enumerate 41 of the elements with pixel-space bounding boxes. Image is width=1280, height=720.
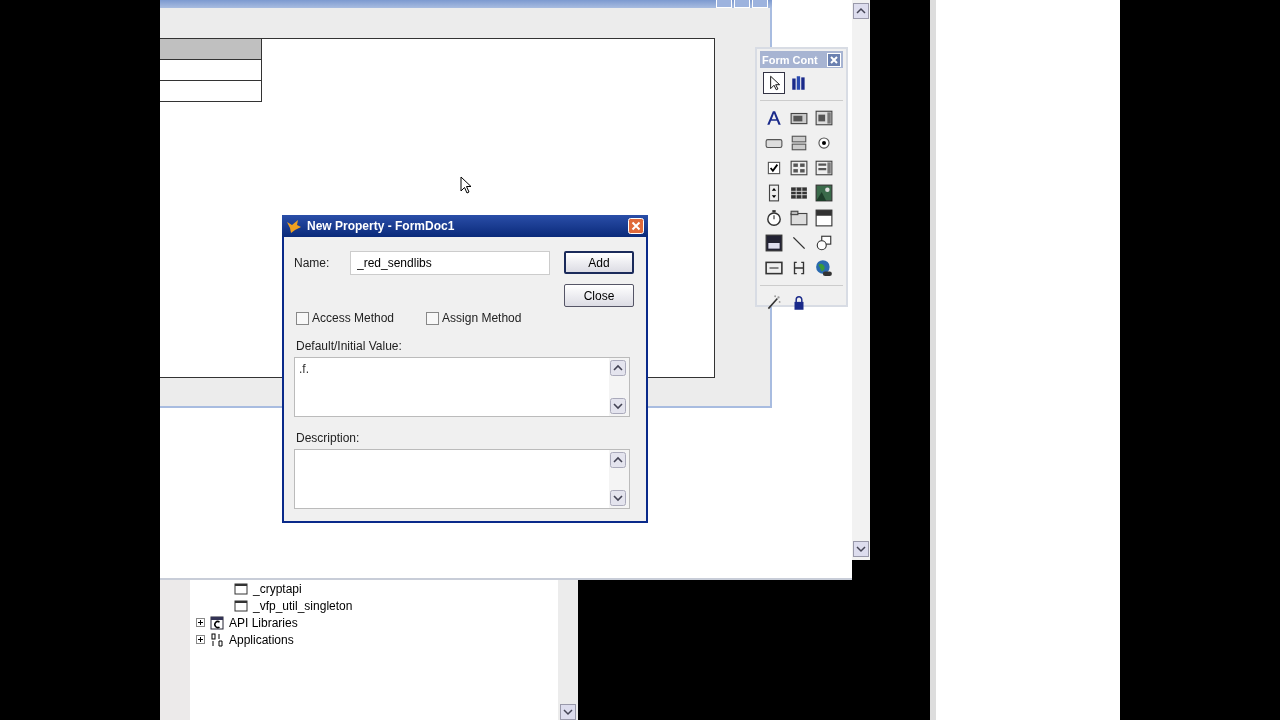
checkbox-label[interactable]: Access Method [312,311,395,325]
tree-item[interactable]: _cryptapi [253,581,302,596]
fox-icon [286,218,302,234]
description-label: Description: [295,431,361,445]
close-icon[interactable] [827,52,841,67]
scroll-down-icon[interactable] [560,704,576,720]
default-value-label: Default/Initial Value: [295,339,403,353]
tree-item[interactable]: Applications [229,632,294,647]
mouse-cursor-icon [460,176,472,194]
checkbox-label[interactable]: Assign Method [442,311,522,325]
ole-bound-icon[interactable] [763,232,785,254]
description-field[interactable] [294,449,630,509]
scroll-up-icon[interactable] [853,3,869,19]
scroll-up-icon[interactable] [610,360,626,376]
class-library-icon [210,615,224,630]
name-field[interactable]: _red_sendlibs [350,251,550,275]
scroll-down-icon[interactable] [853,541,869,557]
toolbox-title: Form Cont [762,53,818,66]
scroll-down-icon[interactable] [610,490,626,506]
pointer-icon[interactable] [763,72,785,94]
add-button[interactable]: Add [564,251,634,274]
scroll-up-icon[interactable] [610,452,626,468]
name-label: Name: [294,255,331,270]
expand-icon[interactable] [196,635,205,644]
tree-item[interactable]: _vfp_util_singleton [253,598,353,613]
binary-icon [210,632,224,647]
image-icon[interactable] [813,182,835,204]
default-value-field[interactable]: .f. [294,357,630,417]
ole-container-icon[interactable] [813,207,835,229]
scrollbar[interactable] [558,580,578,720]
scrollbar[interactable] [852,0,870,560]
expand-icon[interactable] [196,618,205,627]
scroll-down-icon[interactable] [610,398,626,414]
checkbox[interactable] [296,311,309,325]
checkbox[interactable] [426,311,440,325]
field-value: .f. [298,361,310,378]
form-icon [234,598,248,613]
globe-icon[interactable] [813,257,835,279]
close-button[interactable]: Close [564,284,634,307]
tree-item[interactable]: API Libraries [229,615,298,630]
dialog-title: New Property - FormDoc1 [307,219,456,233]
